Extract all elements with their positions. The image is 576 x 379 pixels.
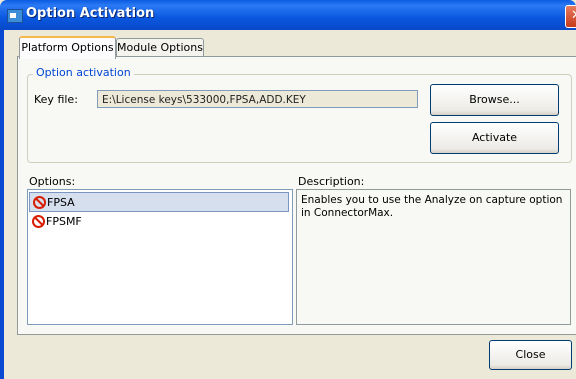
window-close-button[interactable]: ✕ bbox=[565, 5, 576, 28]
title-bar[interactable]: Option Activation ✕ bbox=[0, 0, 576, 30]
close-button[interactable]: Close bbox=[489, 340, 572, 370]
option-activation-group-label: Option activation bbox=[33, 66, 134, 79]
tab-module-options[interactable]: Module Options bbox=[116, 38, 204, 57]
activate-button[interactable]: Activate bbox=[430, 122, 559, 154]
description-box: Enables you to use the Analyze on captur… bbox=[296, 189, 571, 325]
options-label: Options: bbox=[29, 175, 76, 188]
not-activated-icon bbox=[33, 196, 46, 209]
browse-button[interactable]: Browse... bbox=[430, 84, 559, 116]
option-name: FPSA bbox=[47, 196, 75, 209]
list-item-fpsa[interactable]: FPSA bbox=[29, 192, 289, 212]
tab-platform-options[interactable]: Platform Options bbox=[19, 36, 116, 59]
window-title: Option Activation bbox=[26, 6, 155, 21]
list-item-fpsmf[interactable]: FPSMF bbox=[29, 212, 289, 232]
option-activation-window: Option Activation ✕ Platform Options Mod… bbox=[0, 0, 576, 379]
description-label: Description: bbox=[298, 175, 365, 188]
option-name: FPSMF bbox=[46, 215, 82, 228]
key-file-field[interactable]: E:\License keys\533000,FPSA,ADD.KEY bbox=[97, 90, 418, 108]
description-text: Enables you to use the Analyze on captur… bbox=[301, 194, 563, 219]
key-file-label: Key file: bbox=[34, 93, 78, 106]
window-frame-left bbox=[0, 30, 4, 379]
options-list[interactable]: FPSA FPSMF bbox=[27, 189, 293, 325]
app-icon bbox=[7, 9, 23, 23]
not-activated-icon bbox=[32, 215, 45, 228]
